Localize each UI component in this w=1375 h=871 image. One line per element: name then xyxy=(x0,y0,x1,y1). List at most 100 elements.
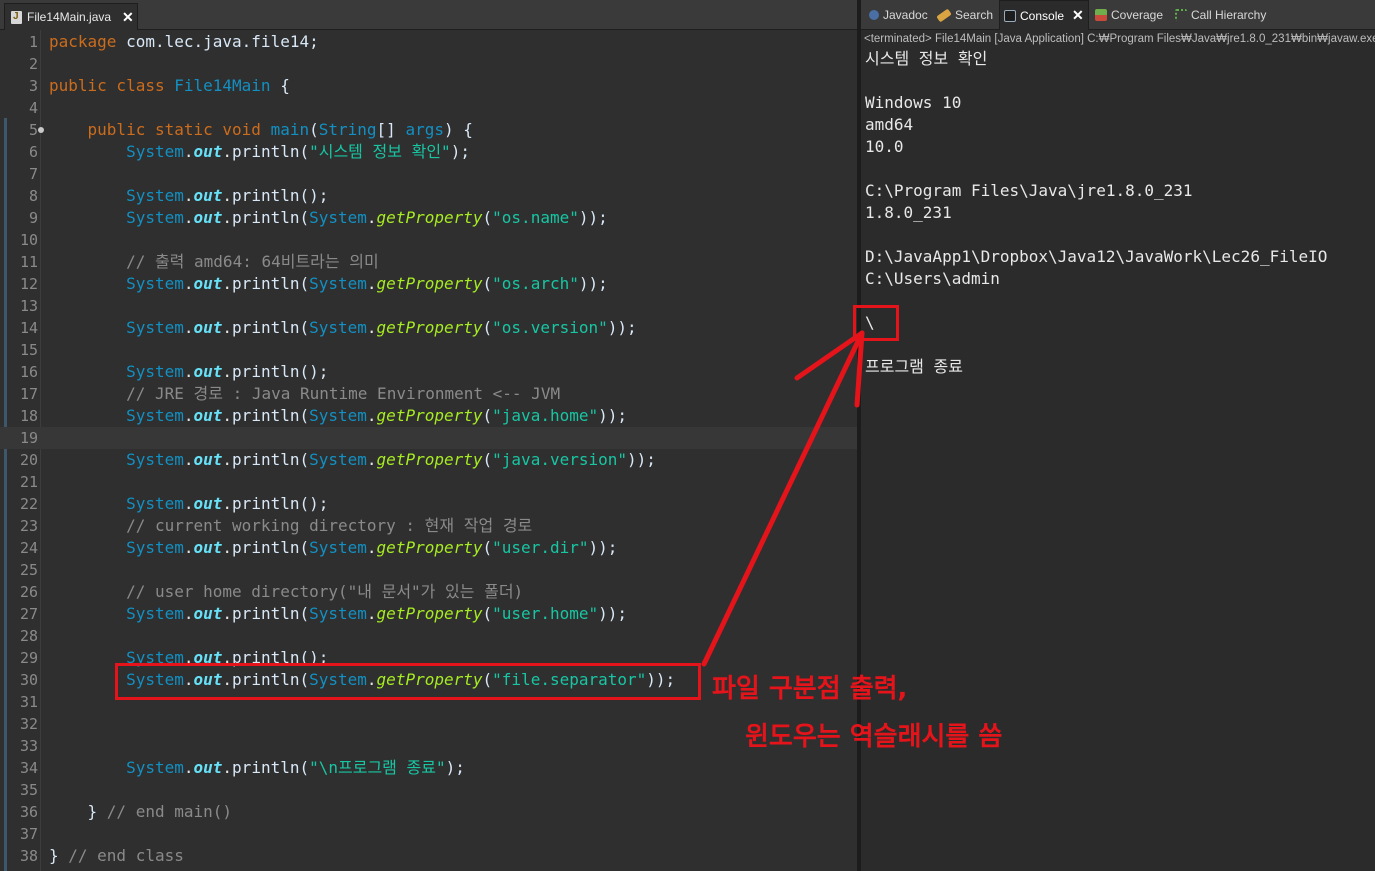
code-line[interactable]: 33 xyxy=(0,735,857,757)
code-line[interactable]: 35 xyxy=(0,779,857,801)
code-line[interactable]: 28 xyxy=(0,625,857,647)
line-number: 12 xyxy=(19,275,38,293)
code-editor[interactable]: File14Main.java ✕ 1 package com.lec.java.… xyxy=(0,0,857,871)
tab-javadoc[interactable]: Javadoc xyxy=(865,0,932,30)
code-token: . xyxy=(183,494,194,513)
code-line[interactable]: 19 xyxy=(0,427,857,449)
code-line[interactable]: 17 // JRE 경로 : Java Runtime Environment … xyxy=(0,383,857,405)
line-number: 37 xyxy=(19,825,38,843)
code-token: System xyxy=(126,208,184,227)
code-line[interactable]: 7 xyxy=(0,163,857,185)
line-number: 28 xyxy=(19,627,38,645)
code-line[interactable]: 27 System.out.println(System.getProperty… xyxy=(0,603,857,625)
code-line[interactable]: 32 xyxy=(0,713,857,735)
code-line[interactable]: 3 public class File14Main { xyxy=(0,75,857,97)
annotation-text-line2: 윈도우는 역슬래시를 씀 xyxy=(745,722,1003,752)
code-line[interactable]: 22 System.out.println(); xyxy=(0,493,857,515)
line-number: 24 xyxy=(19,539,38,557)
tab-coverage[interactable]: Coverage xyxy=(1091,0,1167,30)
call-hierarchy-icon xyxy=(1175,9,1187,21)
code-line[interactable]: 12 System.out.println(System.getProperty… xyxy=(0,273,857,295)
code-line[interactable]: 23 // current working directory : 현재 작업 … xyxy=(0,515,857,537)
code-line[interactable]: 6 System.out.println("시스템 정보 확인"); xyxy=(0,141,857,163)
code-token: out xyxy=(193,142,223,161)
editor-tab-bar: File14Main.java ✕ xyxy=(0,0,857,30)
code-line[interactable]: 26 // user home directory("내 문서"가 있는 폴더) xyxy=(0,581,857,603)
code-line[interactable]: 18 System.out.println(System.getProperty… xyxy=(0,405,857,427)
code-token: . xyxy=(222,318,233,337)
code-token: out xyxy=(193,406,223,425)
code-token: public static void xyxy=(87,120,271,139)
code-line[interactable]: 11 // 출력 amd64: 64비트라는 의미 xyxy=(0,251,857,273)
tab-file14main-java[interactable]: File14Main.java ✕ xyxy=(4,3,138,30)
code-area[interactable]: 1 package com.lec.java.file14; 2 3 public cl… xyxy=(0,30,857,871)
console-output-line: amd64 xyxy=(865,115,914,134)
code-token: ); xyxy=(445,758,465,777)
code-token: String xyxy=(318,120,377,139)
code-token: . xyxy=(222,142,233,161)
code-line[interactable]: 13 xyxy=(0,295,857,317)
code-text: public static void main(String[] args) { xyxy=(49,119,473,141)
code-token: out xyxy=(193,186,223,205)
code-line[interactable]: 4 xyxy=(0,97,857,119)
code-token: ) { xyxy=(443,120,473,139)
code-line[interactable]: 5 public static void main(String[] args)… xyxy=(0,119,857,141)
code-line[interactable]: 38} // end class xyxy=(0,845,857,867)
code-token: out xyxy=(193,758,223,777)
line-number: 33 xyxy=(19,737,38,755)
code-line[interactable]: 14 System.out.println(System.getProperty… xyxy=(0,317,857,339)
code-token: )); xyxy=(598,604,628,623)
code-token: . xyxy=(183,186,194,205)
code-token: public class xyxy=(49,76,175,95)
code-token: getProperty xyxy=(376,604,483,623)
line-number: 31 xyxy=(19,693,38,711)
line-number: 9 xyxy=(28,209,38,227)
tab-call-hierarchy[interactable]: Call Hierarchy xyxy=(1171,0,1270,30)
code-line[interactable]: 20 System.out.println(System.getProperty… xyxy=(0,449,857,471)
close-icon[interactable]: ✕ xyxy=(122,9,134,26)
code-line[interactable]: 15 xyxy=(0,339,857,361)
code-token: System xyxy=(126,318,184,337)
code-token: // user home directory("내 문서"가 있는 폴더) xyxy=(126,582,524,601)
console-output[interactable]: 시스템 정보 확인 Windows 10 amd64 10.0 C:\Program F… xyxy=(865,48,1373,378)
code-token: out xyxy=(193,538,223,557)
code-token: System xyxy=(126,142,184,161)
code-token: . xyxy=(222,208,233,227)
code-token: ( xyxy=(482,450,493,469)
code-line[interactable]: 16 System.out.println(); xyxy=(0,361,857,383)
code-token: getProperty xyxy=(376,274,483,293)
code-token: out xyxy=(193,318,223,337)
code-line[interactable]: 37 xyxy=(0,823,857,845)
code-token: . xyxy=(366,274,377,293)
tab-console[interactable]: Console ✕ xyxy=(999,0,1089,30)
close-icon[interactable]: ✕ xyxy=(1072,7,1084,24)
code-line[interactable]: 34 System.out.println("\n프로그램 종료"); xyxy=(0,757,857,779)
tab-label: Call Hierarchy xyxy=(1191,8,1267,22)
tab-search[interactable]: Search xyxy=(933,0,997,30)
code-token: . xyxy=(222,450,233,469)
code-line[interactable]: 25 xyxy=(0,559,857,581)
code-line[interactable]: 10 xyxy=(0,229,857,251)
code-token: out xyxy=(193,208,223,227)
code-line[interactable]: 1 package com.lec.java.file14; xyxy=(0,31,857,53)
fold-marker-icon[interactable] xyxy=(38,127,44,133)
code-line[interactable]: 2 xyxy=(0,53,857,75)
code-line[interactable]: 36 } // end main() xyxy=(0,801,857,823)
code-token: System xyxy=(126,362,184,381)
code-token: )); xyxy=(598,406,628,425)
line-number: 36 xyxy=(19,803,38,821)
code-token: } xyxy=(49,846,69,865)
code-line[interactable]: 24 System.out.println(System.getProperty… xyxy=(0,537,857,559)
tab-label: Javadoc xyxy=(883,8,928,22)
code-line[interactable]: 21 xyxy=(0,471,857,493)
code-line[interactable]: 8 System.out.println(); xyxy=(0,185,857,207)
code-text: System.out.println("\n프로그램 종료"); xyxy=(49,757,465,779)
code-token: . xyxy=(222,186,233,205)
code-line[interactable]: 9 System.out.println(System.getProperty(… xyxy=(0,207,857,229)
annotation-text-line1: 파일 구분점 출력, xyxy=(712,674,908,704)
code-token: . xyxy=(222,494,233,513)
code-text: System.out.println(System.getProperty("o… xyxy=(49,273,608,295)
